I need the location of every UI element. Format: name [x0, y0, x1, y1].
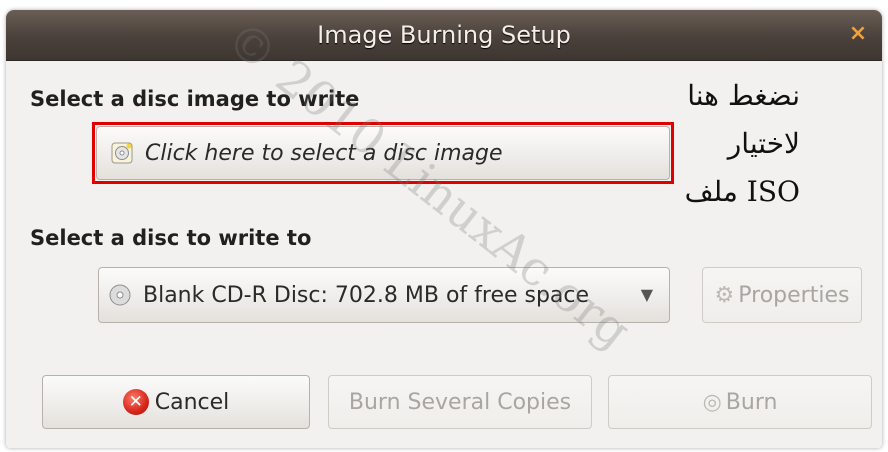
burn-several-copies-label: Burn Several Copies: [348, 389, 572, 415]
annotation-line-1: نضغط هنا: [687, 79, 800, 112]
arabic-annotation: نضغط هنا لاختيار ملف ISO: [650, 72, 800, 216]
annotation-line-2: لاختيار: [727, 127, 800, 160]
close-icon[interactable]: ×: [848, 23, 868, 45]
burn-icon: ◎: [702, 389, 722, 415]
title-bar[interactable]: Image Burning Setup ×: [6, 10, 882, 61]
burn-button[interactable]: ◎ Burn: [608, 375, 872, 429]
properties-label: Properties: [738, 282, 850, 308]
dropdown-arrow-icon: ▼: [640, 285, 653, 304]
image-section-heading: Select a disc image to write: [30, 87, 360, 111]
burn-several-copies-button[interactable]: Burn Several Copies: [328, 375, 592, 429]
burn-label: Burn: [725, 389, 778, 415]
disc-select-dropdown[interactable]: Blank CD-R Disc: 702.8 MB of free space …: [98, 267, 670, 323]
cd-icon: [109, 284, 131, 306]
selected-disc-label: Blank CD-R Disc: 702.8 MB of free space: [143, 282, 590, 308]
cancel-button[interactable]: ✕ Cancel: [42, 375, 310, 429]
disc-section-heading: Select a disc to write to: [30, 226, 312, 250]
window-title: Image Burning Setup: [317, 21, 571, 49]
cancel-icon: ✕: [122, 389, 149, 415]
properties-button[interactable]: ⚙ Properties: [702, 267, 862, 323]
annotation-line-3: ملف ISO: [684, 175, 800, 208]
gear-icon: ⚙: [714, 282, 735, 308]
cancel-label: Cancel: [154, 389, 230, 415]
highlight-frame: [92, 122, 674, 184]
